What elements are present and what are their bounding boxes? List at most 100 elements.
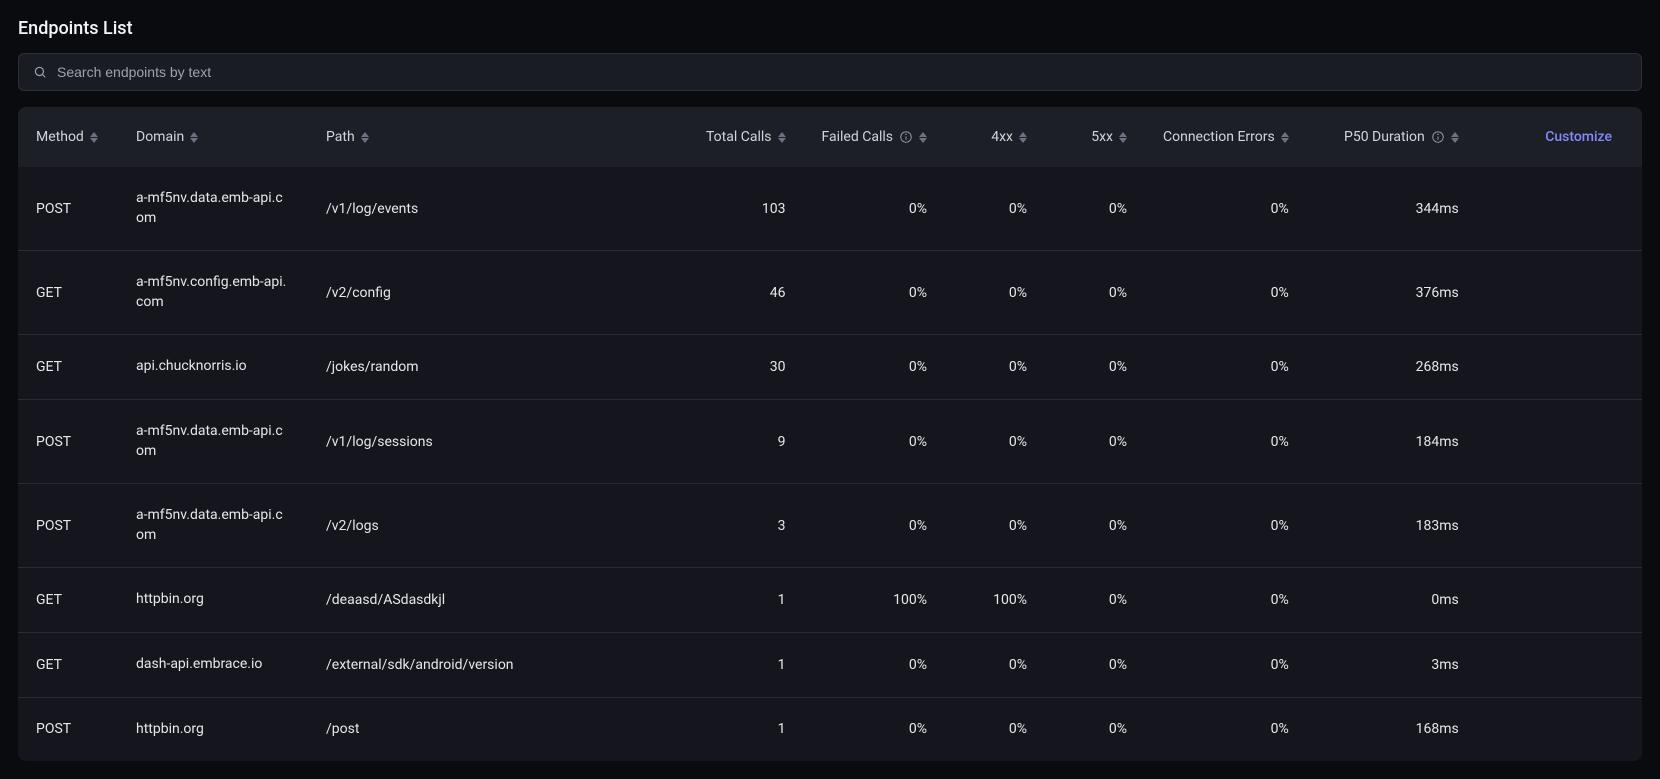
cell-empty <box>1477 251 1642 335</box>
cell-4xx: 100% <box>945 568 1045 633</box>
table-row[interactable]: GET dash-api.embrace.io /external/sdk/an… <box>18 632 1642 697</box>
cell-p50: 344ms <box>1307 167 1477 251</box>
table-row[interactable]: POST a-mf5nv.data.emb-api.com /v1/log/se… <box>18 399 1642 483</box>
col-total-calls[interactable]: Total Calls <box>688 107 804 167</box>
cell-p50: 3ms <box>1307 632 1477 697</box>
sort-icon[interactable] <box>1019 132 1027 143</box>
table-row[interactable]: GET api.chucknorris.io /jokes/random 30 … <box>18 335 1642 400</box>
cell-4xx: 0% <box>945 399 1045 483</box>
cell-conn: 0% <box>1145 484 1307 568</box>
cell-domain: dash-api.embrace.io <box>118 632 308 697</box>
cell-5xx: 0% <box>1045 167 1145 251</box>
endpoints-table: Method Domain <box>18 107 1642 761</box>
cell-conn: 0% <box>1145 167 1307 251</box>
cell-method: POST <box>18 484 118 568</box>
cell-4xx: 0% <box>945 167 1045 251</box>
table-row[interactable]: GET a-mf5nv.config.emb-api.com /v2/confi… <box>18 251 1642 335</box>
cell-4xx: 0% <box>945 484 1045 568</box>
col-p50-label: P50 Duration <box>1344 129 1425 145</box>
cell-p50: 183ms <box>1307 484 1477 568</box>
col-p50-duration[interactable]: P50 Duration <box>1307 107 1477 167</box>
cell-domain: a-mf5nv.config.emb-api.com <box>118 251 308 335</box>
col-conn-label: Connection Errors <box>1163 129 1275 145</box>
cell-5xx: 0% <box>1045 251 1145 335</box>
search-icon <box>33 65 47 79</box>
sort-icon[interactable] <box>190 132 198 143</box>
cell-5xx: 0% <box>1045 399 1145 483</box>
cell-conn: 0% <box>1145 632 1307 697</box>
col-4xx[interactable]: 4xx <box>945 107 1045 167</box>
col-domain-label: Domain <box>136 129 184 145</box>
search-box[interactable] <box>18 53 1642 91</box>
cell-failed: 0% <box>804 167 945 251</box>
cell-5xx: 0% <box>1045 697 1145 761</box>
sort-icon[interactable] <box>90 132 98 143</box>
col-connection-errors[interactable]: Connection Errors <box>1145 107 1307 167</box>
customize-button[interactable]: Customize <box>1545 129 1612 145</box>
table-row[interactable]: POST a-mf5nv.data.emb-api.com /v1/log/ev… <box>18 167 1642 251</box>
cell-4xx: 0% <box>945 632 1045 697</box>
cell-conn: 0% <box>1145 399 1307 483</box>
cell-method: GET <box>18 251 118 335</box>
col-total-calls-label: Total Calls <box>706 129 772 145</box>
cell-total: 3 <box>688 484 804 568</box>
cell-failed: 0% <box>804 335 945 400</box>
cell-method: POST <box>18 697 118 761</box>
sort-icon[interactable] <box>1451 132 1459 143</box>
col-method-label: Method <box>36 129 84 145</box>
cell-p50: 168ms <box>1307 697 1477 761</box>
cell-method: GET <box>18 335 118 400</box>
cell-path: /external/sdk/android/version <box>308 632 688 697</box>
cell-method: GET <box>18 568 118 633</box>
table-row[interactable]: POST a-mf5nv.data.emb-api.com /v2/logs 3… <box>18 484 1642 568</box>
col-customize: Customize <box>1477 107 1642 167</box>
table-row[interactable]: POST httpbin.org /post 1 0% 0% 0% 0% 168… <box>18 697 1642 761</box>
cell-p50: 0ms <box>1307 568 1477 633</box>
cell-empty <box>1477 697 1642 761</box>
cell-total: 103 <box>688 167 804 251</box>
table-row[interactable]: GET httpbin.org /deaasd/ASdasdkjl 1 100%… <box>18 568 1642 633</box>
cell-failed: 0% <box>804 251 945 335</box>
cell-domain: httpbin.org <box>118 568 308 633</box>
cell-path: /post <box>308 697 688 761</box>
cell-empty <box>1477 335 1642 400</box>
cell-5xx: 0% <box>1045 335 1145 400</box>
info-icon[interactable] <box>899 130 913 144</box>
col-domain[interactable]: Domain <box>118 107 308 167</box>
cell-4xx: 0% <box>945 251 1045 335</box>
cell-total: 1 <box>688 697 804 761</box>
sort-icon[interactable] <box>361 132 369 143</box>
cell-total: 1 <box>688 632 804 697</box>
sort-icon[interactable] <box>1119 132 1127 143</box>
cell-domain: httpbin.org <box>118 697 308 761</box>
col-4xx-label: 4xx <box>991 129 1013 145</box>
sort-icon[interactable] <box>778 132 786 143</box>
page-title: Endpoints List <box>18 18 1642 39</box>
col-5xx[interactable]: 5xx <box>1045 107 1145 167</box>
col-method[interactable]: Method <box>18 107 118 167</box>
cell-failed: 0% <box>804 399 945 483</box>
cell-p50: 376ms <box>1307 251 1477 335</box>
cell-conn: 0% <box>1145 251 1307 335</box>
sort-icon[interactable] <box>919 132 927 143</box>
cell-method: GET <box>18 632 118 697</box>
cell-path: /v1/log/sessions <box>308 399 688 483</box>
col-5xx-label: 5xx <box>1091 129 1113 145</box>
sort-icon[interactable] <box>1281 132 1289 143</box>
col-failed-calls-label: Failed Calls <box>822 129 893 145</box>
cell-failed: 0% <box>804 484 945 568</box>
cell-path: /v1/log/events <box>308 167 688 251</box>
cell-failed: 0% <box>804 697 945 761</box>
col-failed-calls[interactable]: Failed Calls <box>804 107 945 167</box>
search-input[interactable] <box>57 64 1627 80</box>
cell-path: /v2/logs <box>308 484 688 568</box>
cell-domain: a-mf5nv.data.emb-api.com <box>118 484 308 568</box>
cell-5xx: 0% <box>1045 568 1145 633</box>
info-icon[interactable] <box>1431 130 1445 144</box>
cell-domain: a-mf5nv.data.emb-api.com <box>118 167 308 251</box>
cell-empty <box>1477 167 1642 251</box>
cell-total: 46 <box>688 251 804 335</box>
col-path[interactable]: Path <box>308 107 688 167</box>
cell-4xx: 0% <box>945 335 1045 400</box>
cell-path: /deaasd/ASdasdkjl <box>308 568 688 633</box>
